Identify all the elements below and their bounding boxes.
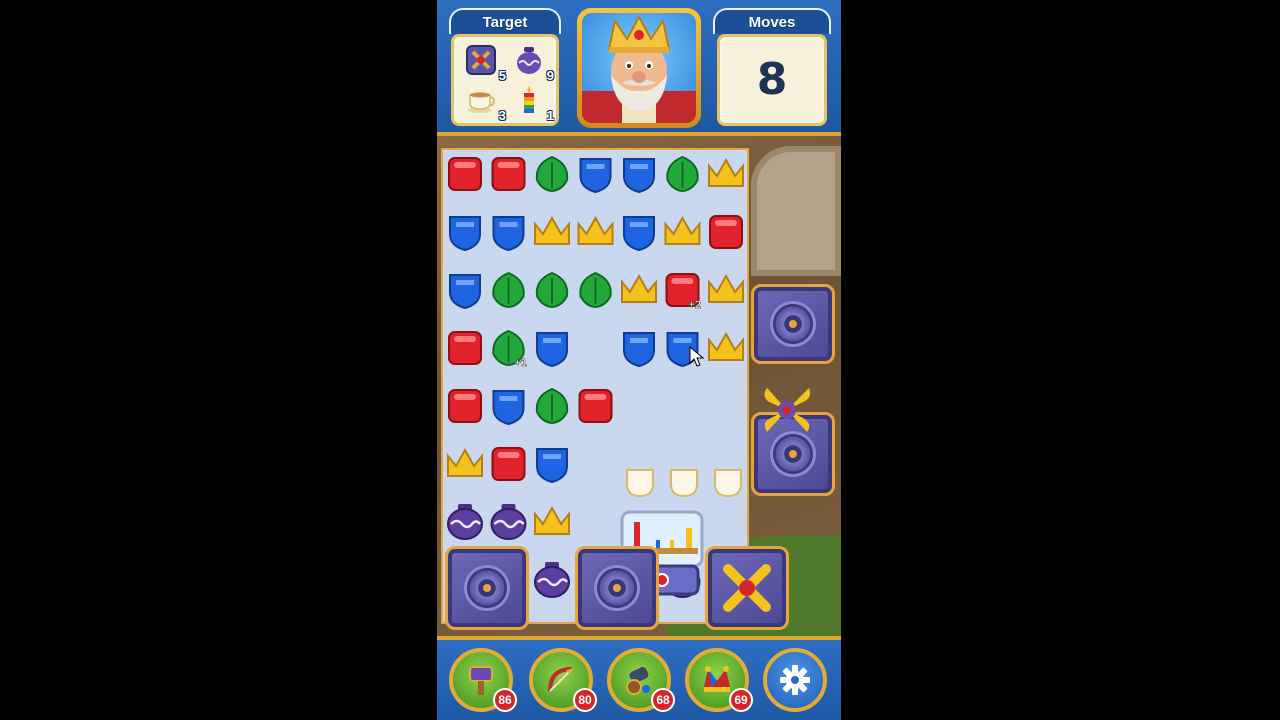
tile-yellow[interactable]: [708, 273, 744, 303]
tile-yellow[interactable]: [534, 215, 570, 245]
safe-dial-icon: [467, 568, 507, 608]
jester-booster-button[interactable]: 69: [685, 648, 753, 712]
goal-teacup: 3: [462, 83, 506, 123]
booster-count: 86: [493, 688, 517, 712]
tile-red[interactable]: [491, 447, 526, 481]
cannon-booster-button[interactable]: 68: [607, 648, 675, 712]
king-portrait-frame: [577, 8, 701, 128]
tile-yellow[interactable]: [664, 215, 701, 245]
tile-yellow[interactable]: [534, 505, 570, 535]
settings-button[interactable]: [763, 648, 827, 712]
tile-red[interactable]: [491, 157, 526, 191]
tile-pot[interactable]: [447, 504, 483, 540]
tile-green[interactable]: [535, 387, 569, 425]
cannon-icon: [626, 667, 650, 695]
crossed-tile-icon: [723, 564, 771, 612]
propeller-booster-icon[interactable]: [755, 378, 819, 442]
tile-bonus-badge: +2: [689, 299, 702, 311]
goal-count: 1: [546, 108, 554, 123]
tile-blue[interactable]: [492, 390, 525, 426]
goal-count: 9: [546, 68, 554, 83]
tile-blue[interactable]: [579, 158, 612, 194]
moves-title: Moves: [713, 8, 831, 34]
safe-box-obstacle[interactable]: [575, 546, 659, 630]
goal-count: 5: [498, 68, 506, 83]
tile-yellow[interactable]: [447, 447, 483, 477]
crossed-tile-icon: [466, 45, 496, 75]
booster-count: 80: [573, 688, 597, 712]
hammer-booster-button[interactable]: 86: [449, 648, 517, 712]
booster-count: 68: [651, 688, 675, 712]
arrow-booster-button[interactable]: 80: [529, 648, 597, 712]
jester-hat-icon: [704, 666, 730, 692]
safe-box-obstacle-cracked[interactable]: [705, 546, 789, 630]
goal-crossed-tile: 5: [462, 43, 506, 83]
tile-yellow[interactable]: [577, 215, 614, 245]
target-title: Target: [449, 8, 561, 34]
tile-blue[interactable]: [449, 274, 481, 310]
tile-blue[interactable]: [492, 216, 525, 252]
tile-green[interactable]: [535, 271, 569, 309]
tile-blue[interactable]: [536, 448, 568, 484]
tile-red[interactable]: [448, 389, 482, 423]
king-icon: [582, 14, 696, 123]
bow-arrow-icon: [548, 667, 573, 692]
booster-count: 69: [729, 688, 753, 712]
tile-yellow[interactable]: [708, 331, 744, 361]
mouse-cursor-icon: [689, 346, 705, 367]
tile-green[interactable]: [492, 271, 525, 309]
tile-red[interactable]: [709, 215, 743, 249]
safe-box-obstacle[interactable]: [751, 284, 835, 364]
tile-yellow[interactable]: [708, 157, 744, 187]
tile-red[interactable]: [578, 389, 613, 423]
teacup-row: [626, 469, 742, 498]
hammer-icon: [469, 666, 493, 695]
tile-blue[interactable]: [449, 216, 481, 252]
rainbow-candle-icon: [524, 86, 534, 113]
tile-green[interactable]: [535, 155, 569, 193]
goal-pot: 9: [510, 43, 554, 83]
safe-box-obstacle[interactable]: [445, 546, 529, 630]
safe-dial-icon: [597, 568, 637, 608]
tile-pot[interactable]: [534, 562, 570, 598]
tile-blue[interactable]: [536, 332, 568, 368]
tile-blue[interactable]: [623, 158, 655, 194]
tile-yellow[interactable]: [621, 273, 657, 303]
tile-green[interactable]: [579, 271, 612, 309]
gear-icon: [780, 665, 810, 695]
tile-red[interactable]: [448, 331, 482, 365]
tile-pot[interactable]: [490, 504, 527, 540]
game-board-area: +2 +1: [437, 136, 841, 646]
tile-blue[interactable]: [623, 332, 655, 368]
goal-count: 3: [498, 108, 506, 123]
target-panel: 5 9 3 1: [451, 34, 559, 126]
top-bar: Target 5 9 3 1 Moves 8: [437, 0, 841, 136]
tile-bonus-badge: +1: [515, 357, 528, 369]
castle-wall-background: [751, 146, 841, 276]
moves-panel: 8: [717, 34, 827, 126]
king-portrait: [582, 13, 696, 123]
teacup-icon: [468, 92, 495, 113]
purple-pot-icon: [517, 47, 541, 74]
goal-candle: 1: [510, 83, 554, 123]
booster-bar: 86 80 68 69: [437, 636, 841, 720]
safe-dial-icon: [773, 304, 813, 344]
tile-red[interactable]: [448, 157, 482, 191]
game-screen: Target 5 9 3 1 Moves 8 +2 +1 86 80 68 69: [437, 0, 841, 720]
tile-blue[interactable]: [623, 216, 655, 252]
moves-counter: 8: [756, 54, 788, 105]
tile-green[interactable]: [666, 155, 699, 193]
